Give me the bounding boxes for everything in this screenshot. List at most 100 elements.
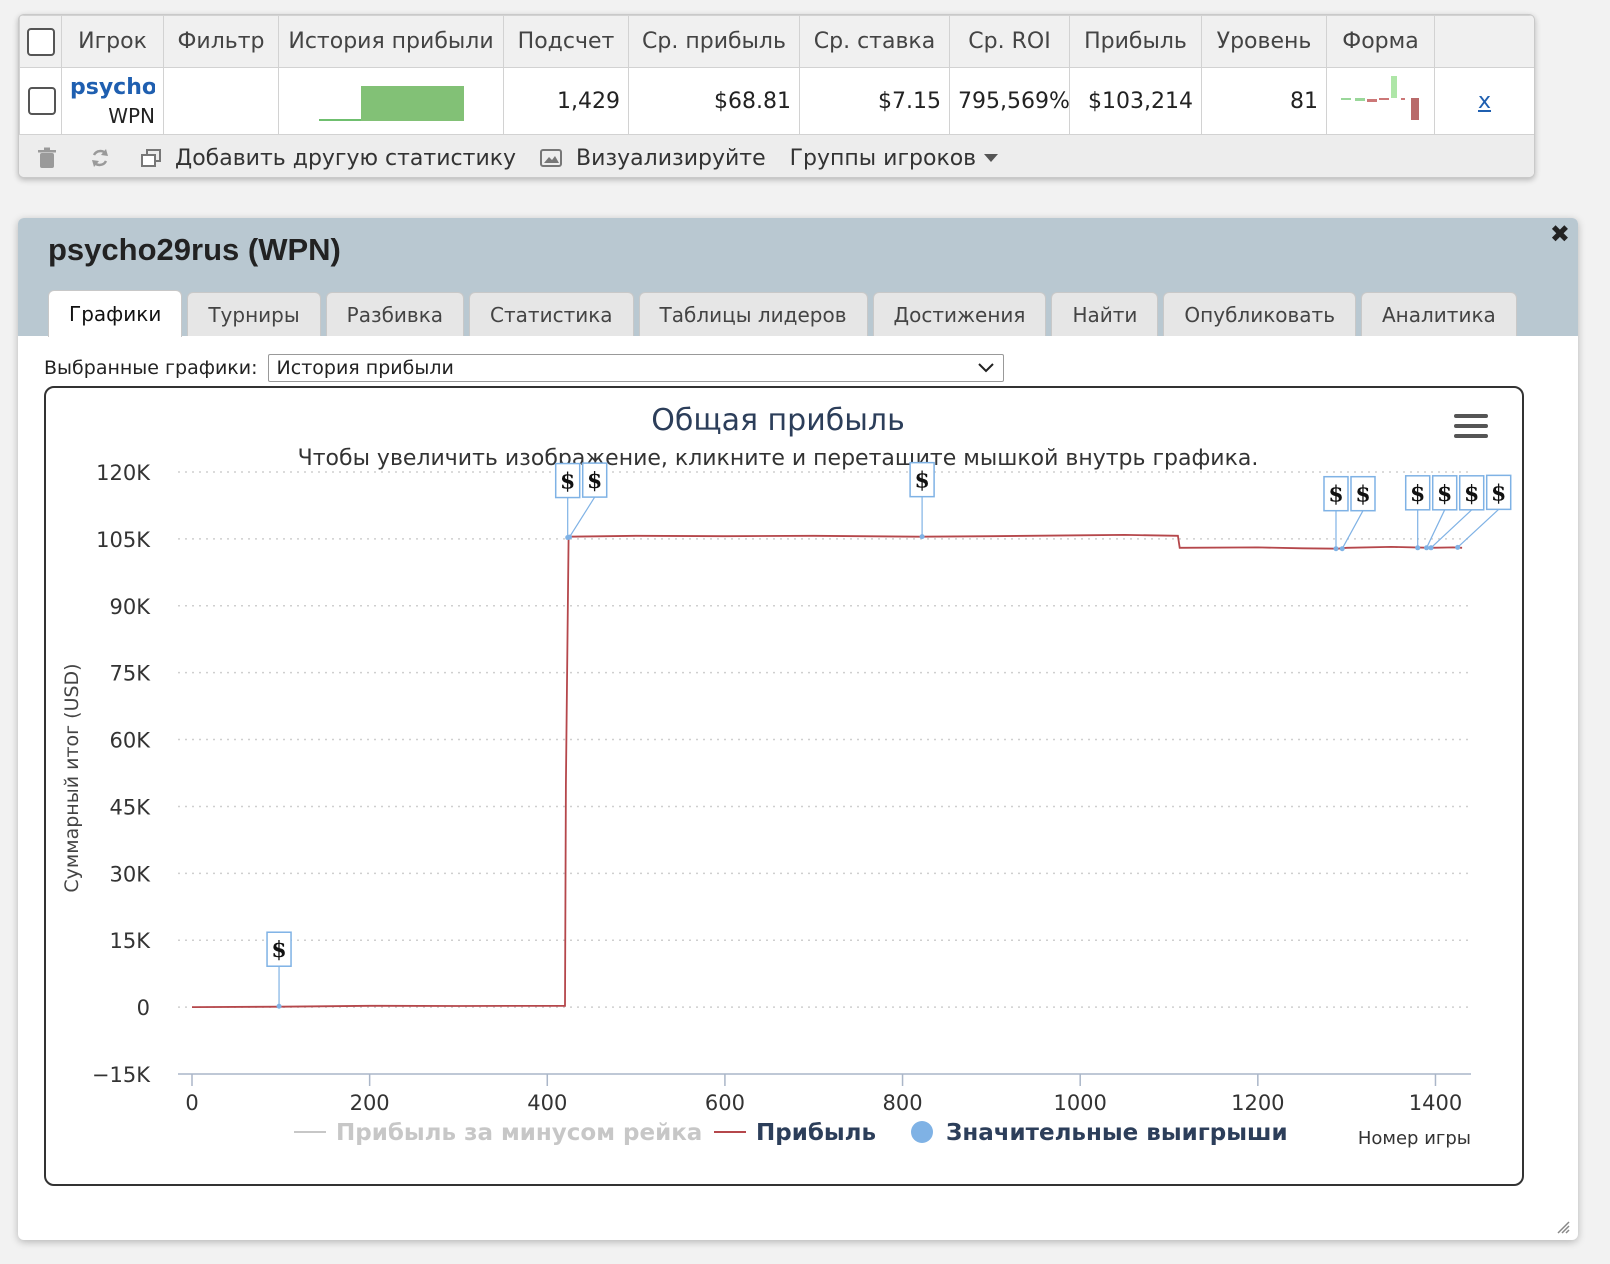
refresh-icon[interactable]: [89, 147, 111, 169]
big-win-flag-label: $: [1410, 481, 1425, 507]
add-window-icon: [141, 149, 161, 167]
row-select-cell: [19, 67, 62, 135]
trash-icon[interactable]: [37, 147, 59, 169]
big-win-flag-label: $: [1491, 480, 1506, 506]
tab-statistics[interactable]: Статистика: [469, 292, 634, 336]
x-tick-label: 0: [185, 1091, 198, 1115]
big-win-point[interactable]: [276, 1003, 282, 1009]
y-axis-label: Суммарный итог (USD): [61, 663, 83, 892]
big-win-flag-label: $: [271, 937, 286, 963]
chart-legend: Прибыль за минусом рейка Прибыль Значитель…: [294, 1120, 1288, 1146]
big-win-flag-label: $: [587, 468, 602, 494]
big-win-flag-stem: [568, 496, 596, 538]
big-win-point[interactable]: [1455, 544, 1461, 550]
col-header-filter[interactable]: Фильтр: [163, 15, 279, 68]
y-tick-label: −15K: [92, 1063, 151, 1087]
big-win-flags: $ $ $ $ $ $ $ $ $ $: [266, 461, 1512, 1009]
tab-publish[interactable]: Опубликовать: [1163, 292, 1356, 336]
chart-select-row: Выбранные графики: История прибыли: [44, 354, 1004, 382]
avg-profit-cell: $68.81: [628, 67, 800, 135]
close-icon[interactable]: ✖: [1550, 220, 1570, 248]
y-tick-label: 0: [137, 996, 150, 1020]
tab-find[interactable]: Найти: [1051, 292, 1159, 336]
tab-tournaments[interactable]: Турниры: [187, 292, 321, 336]
big-win-point[interactable]: [1339, 546, 1345, 552]
col-header-avg-profit[interactable]: Ср. прибыль: [628, 15, 800, 68]
big-win-flag-stem: [1457, 508, 1500, 548]
profit-history-cell: [278, 67, 504, 135]
select-all-cell: [19, 15, 62, 68]
big-win-flag-stem: [1341, 510, 1364, 549]
tab-achievements[interactable]: Достижения: [872, 292, 1047, 336]
y-tick-label: 60K: [110, 729, 152, 753]
y-tick-label: 105K: [96, 528, 151, 552]
profit-cell: $103,214: [1069, 67, 1202, 135]
big-win-flag-stem: [1430, 509, 1473, 549]
profit-chart-svg[interactable]: Общая прибыль Чтобы увеличить изображени…: [46, 388, 1522, 1184]
big-win-flag-label: $: [1437, 481, 1452, 507]
col-header-form[interactable]: Форма: [1326, 15, 1435, 68]
col-header-profit[interactable]: Прибыль: [1069, 15, 1202, 68]
player-groups-dropdown[interactable]: Группы игроков: [790, 146, 999, 171]
count-cell: 1,429: [503, 67, 629, 135]
y-tick-label: 30K: [110, 862, 152, 886]
y-tick-label: 15K: [110, 929, 152, 953]
avg-roi-cell: 795,569%: [949, 67, 1070, 135]
legend-big-win-swatch: [911, 1121, 933, 1143]
chart-grid: [178, 471, 1471, 1075]
player-site: WPN: [108, 103, 155, 128]
resize-handle-icon[interactable]: [1556, 1220, 1570, 1234]
avg-stake-cell: $7.15: [799, 67, 950, 135]
row-select-checkbox[interactable]: [28, 87, 56, 115]
legend-item-profit[interactable]: Прибыль: [756, 1120, 876, 1146]
big-win-point[interactable]: [1415, 545, 1421, 551]
col-header-avg-roi[interactable]: Ср. ROI: [949, 15, 1070, 68]
big-win-point[interactable]: [1333, 546, 1339, 552]
chart-select[interactable]: История прибыли: [267, 354, 1004, 382]
player-stats-table: Игрок Фильтр История прибыли Подсчет Ср.…: [18, 14, 1535, 178]
col-header-count[interactable]: Подсчет: [503, 15, 629, 68]
x-tick-label: 1200: [1231, 1091, 1284, 1115]
player-panel: psycho29rus (WPN) ✖ Графики Турниры Разб…: [18, 218, 1578, 1240]
tab-leaderboards[interactable]: Таблицы лидеров: [638, 292, 868, 336]
chart-subtitle: Чтобы увеличить изображение, кликните и …: [298, 446, 1259, 471]
col-header-level[interactable]: Уровень: [1201, 15, 1327, 68]
tab-analytics[interactable]: Аналитика: [1361, 292, 1517, 336]
tab-breakdown[interactable]: Разбивка: [325, 292, 465, 336]
big-win-flag-stem: [1426, 509, 1446, 549]
select-all-checkbox[interactable]: [26, 27, 55, 56]
stats-toolbar: Добавить другую статистику Визуализируйт…: [19, 135, 1534, 177]
big-win-point[interactable]: [919, 534, 925, 540]
remove-player-link[interactable]: x: [1478, 89, 1491, 114]
big-win-point[interactable]: [566, 534, 572, 540]
hamburger-menu-icon[interactable]: [1454, 414, 1488, 438]
tab-charts[interactable]: Графики: [48, 290, 183, 337]
visualize-label: Визуализируйте: [576, 145, 766, 171]
legend-item-rake[interactable]: Прибыль за минусом рейка: [336, 1120, 702, 1146]
big-win-flag-label: $: [1355, 482, 1370, 508]
x-tick-label: 1000: [1053, 1091, 1106, 1115]
big-win-point[interactable]: [1424, 545, 1430, 551]
col-header-remove: [1434, 15, 1534, 68]
filter-cell[interactable]: [163, 67, 279, 135]
big-win-point[interactable]: [1428, 545, 1434, 551]
col-header-avg-stake[interactable]: Ср. ставка: [799, 15, 950, 68]
x-tick-label: 600: [705, 1091, 745, 1115]
remove-cell: x: [1434, 67, 1534, 135]
table-row: psycho29rus WPN 1,429 $68.81 $7.15 795,5…: [19, 67, 1534, 135]
visualize-button[interactable]: Визуализируйте: [540, 146, 766, 171]
y-tick-label: 45K: [110, 795, 152, 819]
x-tick-label: 200: [350, 1091, 390, 1115]
caret-down-icon: [984, 154, 999, 162]
add-stat-label: Добавить другую статистику: [175, 145, 517, 171]
player-name-link[interactable]: psycho29rus: [70, 75, 155, 100]
legend-item-big-wins[interactable]: Значительные выигрыши: [946, 1120, 1288, 1146]
col-header-player[interactable]: Игрок: [61, 15, 164, 68]
profit-chart[interactable]: Общая прибыль Чтобы увеличить изображени…: [44, 386, 1524, 1186]
x-tick-label: 1400: [1409, 1091, 1462, 1115]
chevron-down-icon: [977, 363, 994, 373]
x-axis-label: Номер игры: [1358, 1128, 1471, 1149]
image-icon: [540, 149, 563, 167]
add-stat-button[interactable]: Добавить другую статистику: [141, 146, 516, 171]
col-header-profit-history[interactable]: История прибыли: [278, 15, 504, 68]
